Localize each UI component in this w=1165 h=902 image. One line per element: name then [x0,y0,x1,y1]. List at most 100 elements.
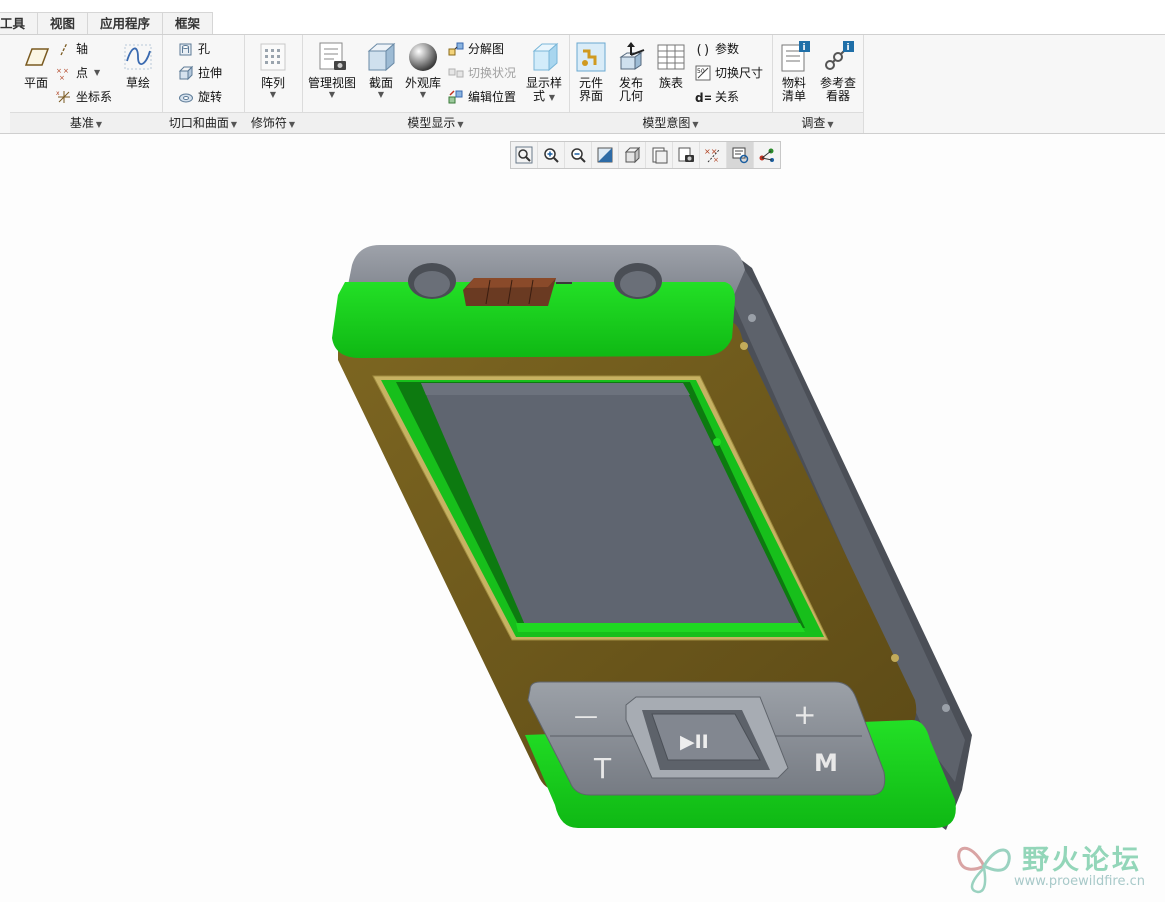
toggle-status-button[interactable]: 切换状况 [448,63,516,83]
group-label-modifiers[interactable]: 修饰符 ▼ [244,112,302,133]
svg-text:50: 50 [697,68,705,75]
appearance-dropdown-icon[interactable]: ▼ [402,90,444,99]
pattern-button[interactable]: 阵列 ▼ [252,41,294,99]
point-icon: × × × [56,65,72,82]
toggle-status-icon [448,65,464,81]
group-label-datum[interactable]: 基准 ▼ [10,112,162,133]
point-button[interactable]: × × × 点 ▼ [56,63,100,83]
svg-text:d=: d= [695,91,711,105]
tab-tools[interactable]: 工具 [0,13,39,34]
sketch-icon [122,41,154,73]
menu-key[interactable]: M [814,749,838,777]
pattern-icon [257,41,289,73]
relations-button[interactable]: d= 关系 [695,87,739,107]
edit-position-icon [448,89,464,105]
forum-watermark: 野火论坛 www.proewildfire.cn [952,832,1162,900]
switch-dimensions-button[interactable]: 50 切换尺寸 [695,63,763,83]
reference-viewer-icon: i [822,41,854,73]
svg-text:x: x [56,90,60,97]
volume-up-key[interactable]: + [793,698,816,731]
plane-button[interactable]: 平面 [18,41,54,90]
zoom-out-button[interactable] [565,142,592,168]
section-icon [365,41,397,73]
svg-text:×: × [59,74,65,81]
plane-icon [20,41,52,73]
revolve-icon [178,89,194,105]
component-interface-button[interactable]: 元件 界面 [573,41,609,103]
parameters-button[interactable]: () 参数 [695,39,739,59]
screw [891,654,899,662]
display-style-button[interactable]: 显示样 式 ▼ [522,41,566,104]
tab-view[interactable]: 视图 [38,13,89,34]
graphics-toolbar: ×× × [510,141,781,169]
revolve-button[interactable]: 旋转 [178,87,222,107]
tab-applications[interactable]: 应用程序 [88,13,164,34]
extrude-icon [178,65,194,81]
spin-center-button[interactable] [754,142,780,168]
group-cut-surface: 孔 拉伸 旋转 切口和曲面 ▼ [162,35,245,133]
group-model-display: 管理视图 ▼ 截面 ▼ 外观库 ▼ 分解图 切换状况 编辑位置 显示样 式 ▼ … [302,35,570,133]
relations-icon: d= [695,89,714,105]
group-datum: 平面 轴 × × × 点 ▼ x 坐标系 草绘 基准 ▼ [10,35,163,133]
group-label-cut-surface[interactable]: 切口和曲面 ▼ [162,112,244,133]
reference-viewer-button[interactable]: i 参考查 看器 [816,41,860,103]
section-button[interactable]: 截面 ▼ [364,41,398,99]
appearance-sphere-icon [407,41,439,73]
group-label-model-display[interactable]: 模型显示 ▼ [302,112,569,133]
publish-geometry-button[interactable]: 发布 几何 [613,41,649,103]
menu-tabs: 工具 视图 应用程序 框架 [0,12,214,35]
bill-of-materials-button[interactable]: i 物料 清单 [776,41,812,103]
point-dropdown-icon[interactable]: ▼ [94,63,100,83]
parameters-icon: () [695,41,711,58]
pattern-dropdown-icon[interactable]: ▼ [252,90,294,99]
tab-framework[interactable]: 框架 [163,13,214,34]
group-label-investigate[interactable]: 调查 ▼ [772,112,863,133]
group-label-model-intent[interactable]: 模型意图 ▼ [569,112,772,133]
exploded-view-icon [448,41,464,57]
chevron-down-icon: ▼ [457,120,464,129]
switch-dimensions-icon: 50 [695,65,711,81]
hole-button[interactable]: 孔 [178,39,210,59]
model-viewport[interactable]: — + T M ▶II [0,170,1165,902]
ribbon: 平面 轴 × × × 点 ▼ x 坐标系 草绘 基准 ▼ 孔 拉伸 旋转 切口和… [0,34,1165,134]
svg-text:i: i [847,43,850,53]
group-modifiers: 阵列 ▼ 修饰符 ▼ [244,35,303,133]
display-style-cube-icon [528,41,560,73]
view-manager-button[interactable] [673,142,700,168]
axis-button[interactable]: 轴 [56,39,88,59]
edit-position-button[interactable]: 编辑位置 [448,87,516,107]
svg-text:i: i [803,43,806,53]
play-pause-key[interactable]: ▶II [680,731,709,753]
menu-tab-bar: 工具 视图 应用程序 框架 [0,0,1165,34]
manage-views-button[interactable]: 管理视图 ▼ [306,41,358,99]
manage-views-dropdown-icon[interactable]: ▼ [306,90,358,99]
family-table-icon [655,41,687,73]
zoom-in-button[interactable] [538,142,565,168]
bill-of-materials-icon: i [778,41,810,73]
butterfly-logo-icon [957,846,1011,894]
annotation-display-button[interactable] [727,142,754,168]
saved-orientations-button[interactable] [646,142,673,168]
refit-button[interactable] [511,142,538,168]
datum-display-button[interactable]: ×× × [700,142,727,168]
csys-button[interactable]: x 坐标系 [56,87,112,107]
t-key[interactable]: T [593,752,612,785]
axis-icon [56,41,72,57]
svg-text:×: × [713,156,719,164]
family-table-button[interactable]: 族表 [653,41,689,90]
repaint-button[interactable] [592,142,619,168]
appearance-gallery-button[interactable]: 外观库 ▼ [402,41,444,99]
display-style-view-button[interactable] [619,142,646,168]
svg-text:××: ×× [704,147,717,156]
manage-views-icon [316,41,348,73]
volume-down-key[interactable]: — [574,702,598,730]
exploded-view-button[interactable]: 分解图 [448,39,504,59]
sketch-button[interactable]: 草绘 [118,41,158,90]
display-style-dropdown-icon[interactable]: ▼ [549,93,555,102]
section-dropdown-icon[interactable]: ▼ [364,90,398,99]
chevron-down-icon: ▼ [827,120,834,129]
extrude-button[interactable]: 拉伸 [178,63,222,83]
watermark-url: www.proewildfire.cn [1014,874,1145,889]
component-interface-icon [575,41,607,73]
screw [740,342,748,350]
